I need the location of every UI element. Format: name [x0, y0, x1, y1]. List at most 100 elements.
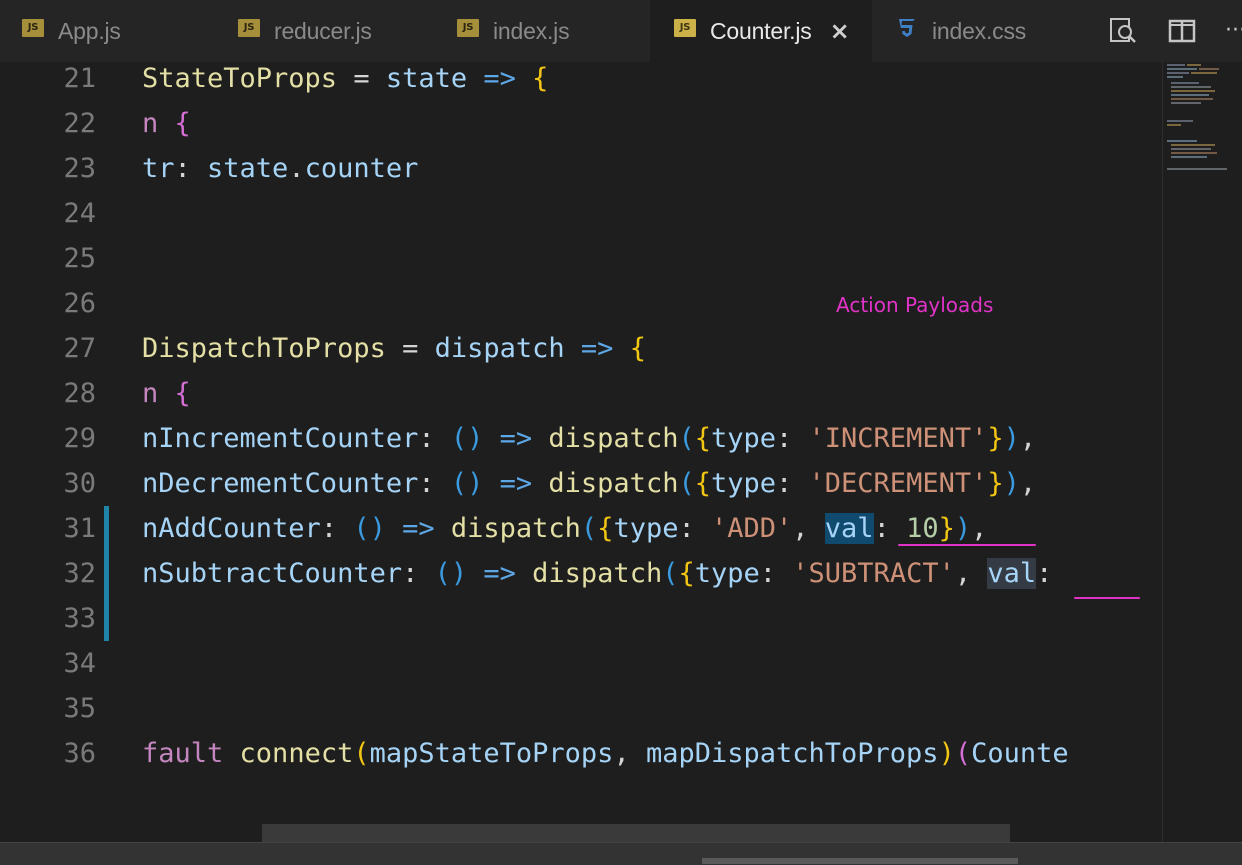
- minimap-line: [1171, 90, 1215, 92]
- code-token: 'INCREMENT': [808, 423, 988, 454]
- css-file-icon: [899, 19, 915, 37]
- tab-index-js[interactable]: JS index.js: [435, 0, 650, 62]
- code-text: DispatchToProps = dispatch => {: [142, 326, 646, 371]
- code-token: StateToProps: [142, 63, 338, 94]
- editor-tab-bar: JS App.js JS reducer.js JS index.js JS C…: [0, 0, 1242, 63]
- minimap-line: [1167, 72, 1189, 74]
- code-token: {: [678, 558, 695, 589]
- code-text: nAddCounter: () => dispatch({type: 'ADD'…: [142, 506, 987, 551]
- minimap-line: [1171, 102, 1201, 104]
- code-line[interactable]: 35: [0, 686, 1162, 731]
- code-token: :: [776, 423, 809, 454]
- code-token: (): [450, 423, 484, 454]
- code-token: :: [678, 513, 711, 544]
- code-token: :: [873, 513, 907, 544]
- code-token: :: [418, 423, 451, 454]
- code-token: }: [938, 513, 955, 544]
- minimap[interactable]: [1162, 62, 1242, 842]
- code-line[interactable]: 36 fault connect(mapStateToProps, mapDisp…: [0, 731, 1162, 776]
- code-token: {: [174, 378, 191, 409]
- split-editor-icon[interactable]: [1167, 16, 1197, 46]
- code-token: :: [320, 513, 354, 544]
- minimap-line: [1171, 82, 1199, 84]
- open-preview-icon[interactable]: [1108, 16, 1138, 46]
- code-token: val: [824, 513, 874, 544]
- code-text: fault connect(mapStateToProps, mapDispat…: [142, 731, 1069, 776]
- code-line[interactable]: 22 n {: [0, 101, 1162, 146]
- code-token: =>: [483, 468, 549, 499]
- line-number: 25: [63, 243, 96, 274]
- code-line[interactable]: 27 DispatchToProps = dispatch => {: [0, 326, 1162, 371]
- code-text: nDecrementCounter: () => dispatch({type:…: [142, 461, 1036, 506]
- git-change-marker: [104, 551, 109, 596]
- code-token: (: [678, 423, 695, 454]
- code-token: (: [353, 738, 370, 769]
- code-line[interactable]: 30 nDecrementCounter: () => dispatch({typ…: [0, 461, 1162, 506]
- tab-label: Counter.js: [710, 17, 812, 44]
- code-token: ): [1003, 468, 1020, 499]
- code-line[interactable]: 24: [0, 191, 1162, 236]
- code-text: n {: [142, 371, 191, 416]
- code-token: :: [776, 468, 809, 499]
- code-token: =>: [564, 333, 630, 364]
- code-token: {: [597, 513, 614, 544]
- minimap-line: [1167, 76, 1183, 78]
- code-line[interactable]: 29 nIncrementCounter: () => dispatch({typ…: [0, 416, 1162, 461]
- code-token: (): [434, 558, 468, 589]
- js-file-icon: JS: [457, 19, 479, 37]
- code-token: ): [1003, 423, 1020, 454]
- code-token: {: [694, 423, 711, 454]
- minimap-line: [1187, 64, 1201, 66]
- code-token: =>: [385, 513, 451, 544]
- horizontal-scrollbar[interactable]: [262, 824, 1010, 842]
- code-token: (: [662, 558, 679, 589]
- code-token: :: [402, 558, 435, 589]
- tab-app-js[interactable]: JS App.js: [0, 0, 215, 62]
- code-editor[interactable]: 21 StateToProps = state => {22 n {23 tr: st…: [0, 62, 1162, 842]
- code-text: tr: state.counter: [142, 146, 418, 191]
- git-change-marker: [104, 506, 109, 551]
- code-token: nAddCounter: [142, 513, 321, 544]
- minimap-line: [1171, 98, 1213, 100]
- minimap-line: [1171, 94, 1209, 96]
- annotation-underline: [1074, 597, 1140, 599]
- minimap-line: [1167, 68, 1197, 70]
- line-number: 23: [63, 153, 96, 184]
- code-line[interactable]: 34: [0, 641, 1162, 686]
- minimap-line: [1171, 86, 1211, 88]
- line-number: 27: [63, 333, 96, 364]
- line-number: 22: [63, 108, 96, 139]
- more-actions-icon[interactable]: ···: [1225, 18, 1242, 43]
- minimap-line: [1191, 72, 1217, 74]
- code-token: }: [987, 468, 1004, 499]
- code-token: =>: [467, 63, 533, 94]
- panel-scroll-thumb[interactable]: [702, 858, 1018, 864]
- minimap-line: [1167, 168, 1227, 170]
- minimap-line: [1199, 68, 1219, 70]
- code-token: =: [337, 63, 386, 94]
- code-token: mapDispatchToProps: [645, 738, 939, 769]
- code-token: state: [207, 153, 289, 184]
- tab-index-css[interactable]: index.css: [872, 0, 1092, 62]
- code-line[interactable]: 21 StateToProps = state => {: [0, 62, 1162, 101]
- minimap-line: [1167, 140, 1197, 142]
- minimap-line: [1171, 156, 1207, 158]
- code-line[interactable]: 28 n {: [0, 371, 1162, 416]
- code-token: val: [987, 558, 1037, 589]
- code-text: StateToProps = state => {: [142, 62, 548, 101]
- code-token: state: [385, 63, 468, 94]
- code-token: dispatch: [532, 558, 663, 589]
- code-token: dispatch: [434, 333, 565, 364]
- code-line[interactable]: 23 tr: state.counter: [0, 146, 1162, 191]
- code-token: (: [678, 468, 695, 499]
- code-token: }: [987, 423, 1004, 454]
- tab-counter-js[interactable]: JS Counter.js ×: [650, 0, 872, 62]
- tab-reducer-js[interactable]: JS reducer.js: [215, 0, 435, 62]
- code-line[interactable]: 25: [0, 236, 1162, 281]
- code-line[interactable]: 32 nSubtractCounter: () => dispatch({type…: [0, 551, 1162, 596]
- code-line[interactable]: 33: [0, 596, 1162, 641]
- code-token: {: [629, 333, 646, 364]
- code-token: (: [954, 738, 972, 769]
- code-token: =>: [467, 558, 533, 589]
- close-icon[interactable]: ×: [830, 17, 850, 45]
